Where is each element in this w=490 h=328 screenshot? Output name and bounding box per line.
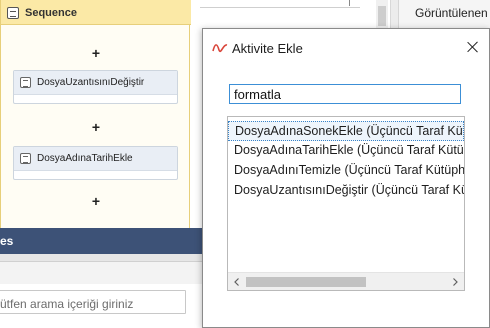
horizontal-scrollbar[interactable] — [228, 272, 464, 290]
activity-search-input[interactable] — [229, 84, 461, 104]
activity-card-add-date[interactable]: DosyaAdınaTarihEkle — [13, 146, 178, 180]
bottom-panel-title: es — [0, 234, 14, 248]
activity-result-item[interactable]: DosyaUzantısınıDeğiştir (Üçüncü Taraf Kü… — [228, 181, 464, 201]
scroll-right-icon[interactable] — [450, 277, 460, 287]
scroll-left-icon[interactable] — [232, 277, 242, 287]
add-activity-plus[interactable]: + — [1, 194, 191, 208]
activity-card-header: DosyaAdınaTarihEkle — [14, 147, 177, 171]
activity-result-item[interactable]: DosyaAdınıTemizle (Üçüncü Taraf Kütüphan… — [228, 161, 464, 181]
close-icon[interactable] — [463, 37, 483, 57]
app-window: Sequence + DosyaUzantısınıDeğiştir + Dos… — [0, 0, 490, 328]
activity-icon — [20, 77, 31, 88]
activity-result-item[interactable]: DosyaAdınaSonekEkle (Üçüncü Taraf Kütüph… — [228, 121, 464, 141]
activity-label: DosyaAdınaTarihEkle — [37, 153, 133, 164]
add-activity-plus[interactable]: + — [1, 46, 191, 60]
sequence-container[interactable]: Sequence + DosyaUzantısınıDeğiştir + Dos… — [0, 0, 191, 228]
dialog-titlebar[interactable]: Aktivite Ekle — [203, 29, 489, 67]
sequence-header[interactable]: Sequence — [1, 0, 191, 25]
right-panel-label: Görüntülenen — [415, 6, 488, 20]
scrollbar-thumb[interactable] — [246, 277, 366, 287]
activity-result-item[interactable]: DosyaAdınaTarihEkle (Üçüncü Taraf Kütüph… — [228, 141, 464, 161]
canvas-top-edge — [200, 0, 360, 8]
add-activity-plus[interactable]: + — [1, 120, 191, 134]
add-activity-dialog: Aktivite Ekle DosyaAdınaSonekEkle (Üçünc… — [202, 28, 490, 328]
bottom-search-placeholder: ütfen arama içeriği giriniz — [0, 297, 134, 311]
activity-results-list[interactable]: DosyaAdınaSonekEkle (Üçüncü Taraf Kütüph… — [227, 116, 465, 291]
app-logo-icon — [212, 44, 228, 52]
activity-card-change-extension[interactable]: DosyaUzantısınıDeğiştir — [13, 70, 178, 104]
dialog-title: Aktivite Ekle — [232, 41, 303, 56]
sequence-icon — [7, 7, 19, 19]
activity-icon — [20, 153, 31, 164]
scrollbar-thumb[interactable] — [378, 6, 386, 26]
sequence-title: Sequence — [25, 7, 77, 19]
activity-card-header: DosyaUzantısınıDeğiştir — [14, 71, 177, 95]
activity-label: DosyaUzantısınıDeğiştir — [37, 77, 145, 88]
